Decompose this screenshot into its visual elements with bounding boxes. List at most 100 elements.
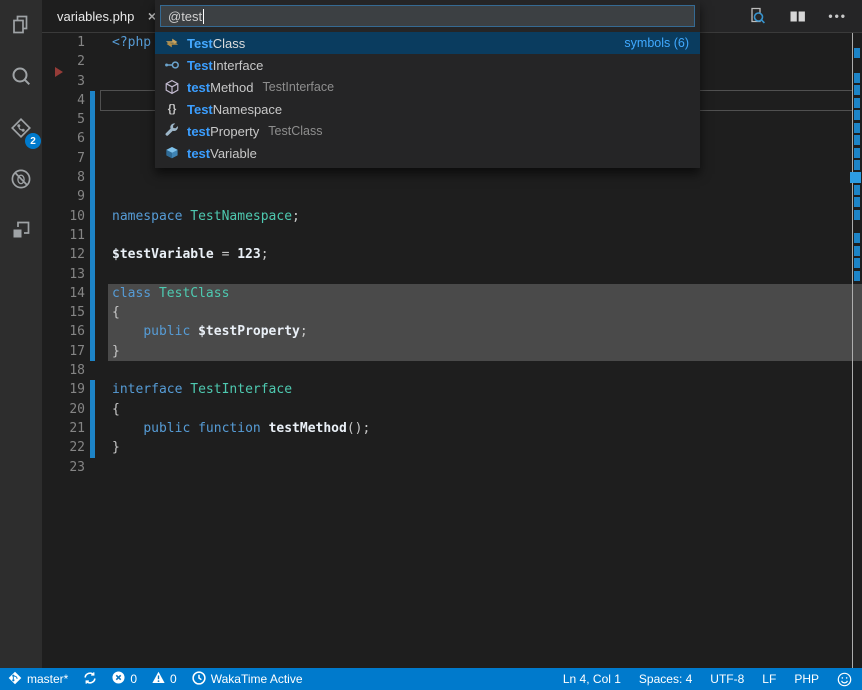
symbol-description: TestInterface — [263, 80, 335, 94]
line-content: public function testMethod(); — [95, 419, 370, 438]
sync-icon — [83, 671, 97, 688]
line-content — [95, 72, 112, 91]
line-number: 17 — [42, 342, 85, 361]
sidebar-item-search[interactable] — [6, 64, 36, 94]
text-cursor — [203, 9, 204, 24]
result-group-label: symbols (6) — [624, 36, 689, 50]
line-content — [95, 187, 112, 206]
line-number: 16 — [42, 322, 85, 341]
status-bar-left: master* 0 — [8, 671, 318, 688]
code-line[interactable]: 15{ — [42, 303, 862, 322]
line-content: class TestClass — [95, 284, 229, 303]
modified-line-marker — [854, 233, 860, 243]
vscode-window: 2 variables.php × — [0, 0, 862, 690]
quick-open-result[interactable]: TestClasssymbols (6) — [155, 32, 700, 54]
clock-icon — [192, 671, 206, 688]
quick-open-result[interactable]: testMethodTestInterface — [155, 76, 700, 98]
modified-line-marker — [854, 210, 860, 220]
code-line[interactable]: 9 — [42, 187, 862, 206]
wakatime-label: WakaTime Active — [211, 672, 303, 686]
sidebar-item-extensions[interactable] — [6, 217, 36, 247]
wakatime-item[interactable]: WakaTime Active — [192, 671, 303, 688]
indentation[interactable]: Spaces: 4 — [639, 672, 692, 686]
language-mode[interactable]: PHP — [794, 672, 819, 686]
git-branch-item[interactable]: master* — [8, 671, 68, 688]
line-number: 15 — [42, 303, 85, 322]
modified-line-marker — [854, 135, 860, 145]
line-number: 2 — [42, 52, 85, 71]
line-content — [95, 52, 112, 71]
line-content: } — [95, 342, 120, 361]
extensions-icon — [8, 217, 34, 248]
code-line[interactable]: 10namespace TestNamespace; — [42, 207, 862, 226]
modified-line-marker — [854, 148, 860, 158]
eol-sequence[interactable]: LF — [762, 672, 776, 686]
symbol-label: TestNamespace — [187, 102, 282, 117]
code-line[interactable]: 12$testVariable = 123; — [42, 245, 862, 264]
line-number: 3 — [42, 72, 85, 91]
code-line[interactable]: 18 — [42, 361, 862, 380]
code-line[interactable]: 14 class TestClass — [42, 284, 862, 303]
quick-open-input[interactable]: @test — [160, 5, 695, 27]
line-content — [95, 458, 112, 477]
code-line[interactable]: 23 — [42, 458, 862, 477]
code-line[interactable]: 21 public function testMethod(); — [42, 419, 862, 438]
code-line[interactable]: 16 public $testProperty; — [42, 322, 862, 341]
quick-open-result[interactable]: testPropertyTestClass — [155, 120, 700, 142]
line-number: 10 — [42, 207, 85, 226]
cursor-position[interactable]: Ln 4, Col 1 — [563, 672, 621, 686]
line-number: 20 — [42, 400, 85, 419]
line-content — [95, 149, 112, 168]
line-number: 9 — [42, 187, 85, 206]
modified-line-marker — [854, 185, 860, 195]
tab-variables-php[interactable]: variables.php × — [42, 0, 168, 32]
split-editor-icon[interactable] — [788, 7, 807, 26]
line-content: interface TestInterface — [95, 380, 292, 399]
line-content: { — [95, 400, 120, 419]
sidebar-item-explorer[interactable] — [6, 13, 36, 43]
modified-line-marker — [854, 48, 860, 58]
problems-item[interactable]: 0 0 — [112, 671, 176, 687]
sidebar-item-source-control[interactable]: 2 — [6, 115, 36, 145]
quick-open-result[interactable]: testVariable — [155, 142, 700, 164]
line-number: 8 — [42, 168, 85, 187]
code-line[interactable]: 11 — [42, 226, 862, 245]
feedback-smiley-icon[interactable] — [837, 672, 852, 687]
modified-line-marker — [854, 98, 860, 108]
overview-ruler-border — [852, 33, 853, 668]
modified-line-marker — [854, 123, 860, 133]
code-line[interactable]: 13 — [42, 265, 862, 284]
modified-line-marker — [854, 271, 860, 281]
line-content: public $testProperty; — [95, 322, 308, 341]
property-icon — [164, 123, 180, 139]
code-line[interactable]: 19interface TestInterface — [42, 380, 862, 399]
modified-line-marker — [854, 85, 860, 95]
quick-open-result[interactable]: TestInterface — [155, 54, 700, 76]
variable-icon — [164, 145, 180, 161]
code-line[interactable]: 22} — [42, 438, 862, 457]
line-number: 22 — [42, 438, 85, 457]
encoding[interactable]: UTF-8 — [710, 672, 744, 686]
code-line[interactable]: 8 — [42, 168, 862, 187]
line-number: 13 — [42, 265, 85, 284]
line-number: 14 — [42, 284, 85, 303]
sync-button[interactable] — [83, 671, 97, 688]
symbol-label: testVariable — [187, 146, 257, 161]
line-content: $testVariable = 123; — [95, 245, 269, 264]
code-line[interactable]: 20 { — [42, 400, 862, 419]
modified-line-marker — [854, 197, 860, 207]
branch-name: master* — [27, 672, 68, 686]
interface-icon — [164, 57, 180, 73]
line-content — [95, 168, 112, 187]
more-actions-icon[interactable]: ••• — [828, 9, 847, 23]
sidebar-item-debug[interactable] — [6, 166, 36, 196]
scm-badge: 2 — [25, 133, 41, 149]
modified-line-marker — [854, 110, 860, 120]
line-content — [95, 265, 112, 284]
preview-search-icon[interactable] — [747, 6, 767, 26]
quick-open-result[interactable]: {}TestNamespace — [155, 98, 700, 120]
line-content — [95, 361, 112, 380]
modified-line-marker — [854, 246, 860, 256]
line-number: 7 — [42, 149, 85, 168]
code-line[interactable]: 17} — [42, 342, 862, 361]
